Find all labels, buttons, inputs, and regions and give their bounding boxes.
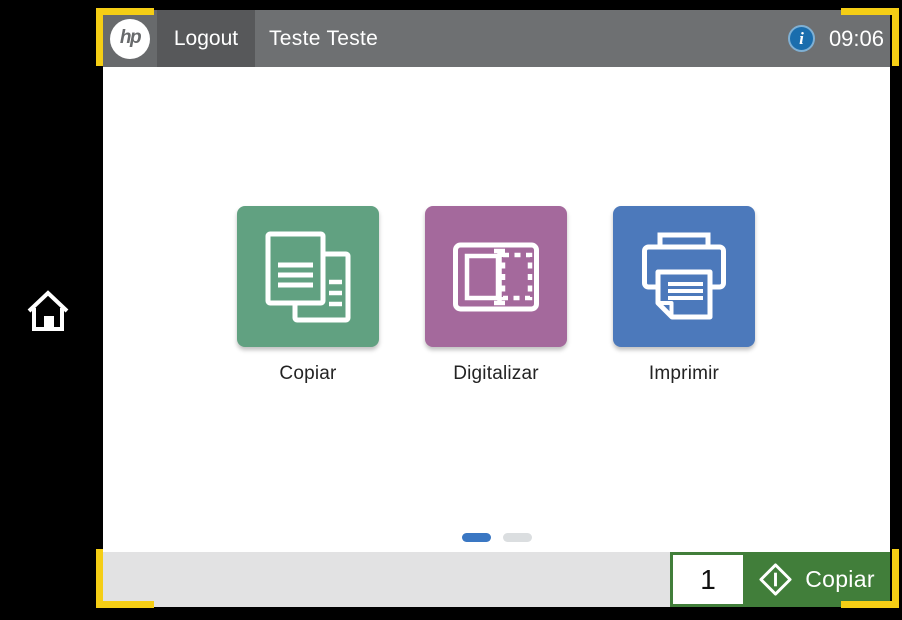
page-indicator	[103, 533, 890, 542]
hp-logo: hp	[103, 10, 157, 67]
logout-button[interactable]: Logout	[157, 10, 255, 67]
focus-bracket-bottom-right-v	[892, 549, 899, 608]
start-copy-button[interactable]: Copiar	[743, 552, 890, 607]
focus-bracket-bottom-left	[96, 601, 154, 608]
start-diamond-icon	[758, 562, 793, 597]
home-icon	[25, 288, 71, 332]
focus-bracket-top-right-v	[892, 8, 899, 66]
focus-bracket-top-right	[841, 8, 899, 15]
hp-logo-icon: hp	[110, 19, 150, 59]
info-button[interactable]: i	[788, 25, 815, 52]
home-button[interactable]	[25, 288, 71, 334]
copy-icon	[265, 230, 351, 324]
start-copy-area: 1 Copiar	[670, 552, 890, 607]
copy-count-box[interactable]: 1	[673, 555, 743, 604]
home-screen: Copiar Digitalizar	[103, 67, 890, 552]
clock: 09:06	[829, 26, 884, 52]
focus-bracket-bottom-right	[841, 601, 899, 608]
focus-bracket-top-left-v	[96, 8, 103, 66]
copy-count-value: 1	[700, 564, 716, 596]
tile-label-digitalizar: Digitalizar	[425, 363, 567, 385]
signed-in-user-title: Teste Teste	[269, 10, 378, 67]
top-bar: hp Logout Teste Teste i 09:06	[103, 10, 890, 67]
tile-label-imprimir: Imprimir	[613, 363, 755, 385]
touchscreen: hp Logout Teste Teste i 09:06	[103, 10, 890, 607]
info-icon: i	[799, 29, 804, 49]
scan-icon	[453, 230, 539, 324]
print-icon	[641, 230, 727, 324]
tile-imprimir[interactable]	[613, 206, 755, 347]
page-dot-inactive[interactable]	[503, 533, 532, 542]
quickset-bar: 1 Copiar	[103, 552, 890, 607]
tile-digitalizar[interactable]	[425, 206, 567, 347]
page-dot-active[interactable]	[462, 533, 491, 542]
tile-copiar[interactable]	[237, 206, 379, 347]
focus-bracket-top-left	[96, 8, 154, 15]
tile-label-copiar: Copiar	[237, 363, 379, 385]
logout-label: Logout	[174, 27, 238, 51]
focus-bracket-bottom-left-v	[96, 549, 103, 608]
device-bezel: hp Logout Teste Teste i 09:06	[0, 0, 902, 620]
start-copy-label: Copiar	[805, 566, 875, 593]
